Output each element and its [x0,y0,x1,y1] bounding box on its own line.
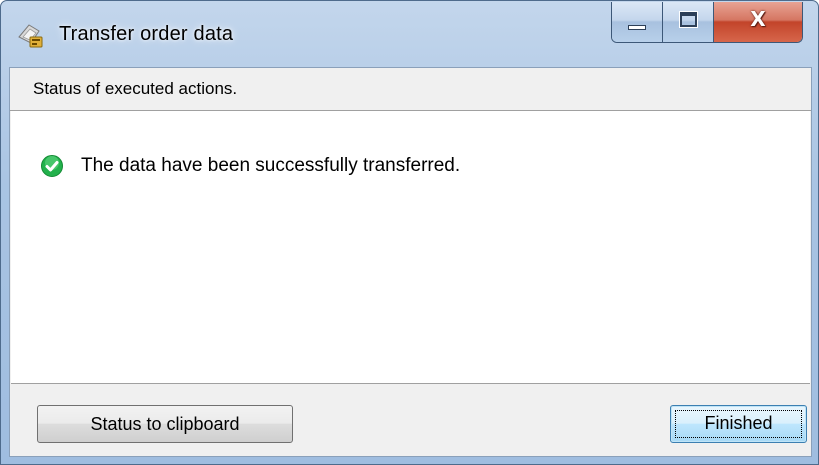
transfer-icon [18,24,43,48]
dialog-client-area: Status of executed actions. The data hav… [9,67,812,457]
minimize-button[interactable] [612,2,663,42]
success-check-icon [41,155,63,177]
status-to-clipboard-button[interactable]: Status to clipboard [37,405,293,443]
status-header-text: Status of executed actions. [33,79,238,98]
status-message-text: The data have been successfully transfer… [81,155,461,176]
finished-button[interactable]: Finished [670,405,807,443]
close-icon: X [750,7,766,31]
status-header: Status of executed actions. [10,68,811,111]
status-message-list: The data have been successfully transfer… [11,111,810,384]
maximize-icon [680,12,697,27]
minimize-icon [628,25,646,30]
status-message-item: The data have been successfully transfer… [41,155,460,177]
window-title: Transfer order data [59,23,234,45]
caption-buttons: X [611,2,803,43]
close-button[interactable]: X [714,2,802,42]
dialog-window: Transfer order data X Status of executed… [0,0,819,465]
title-bar[interactable]: Transfer order data X [1,1,818,67]
maximize-button[interactable] [663,2,714,42]
status-to-clipboard-label: Status to clipboard [90,414,240,434]
finished-label: Finished [704,413,773,433]
